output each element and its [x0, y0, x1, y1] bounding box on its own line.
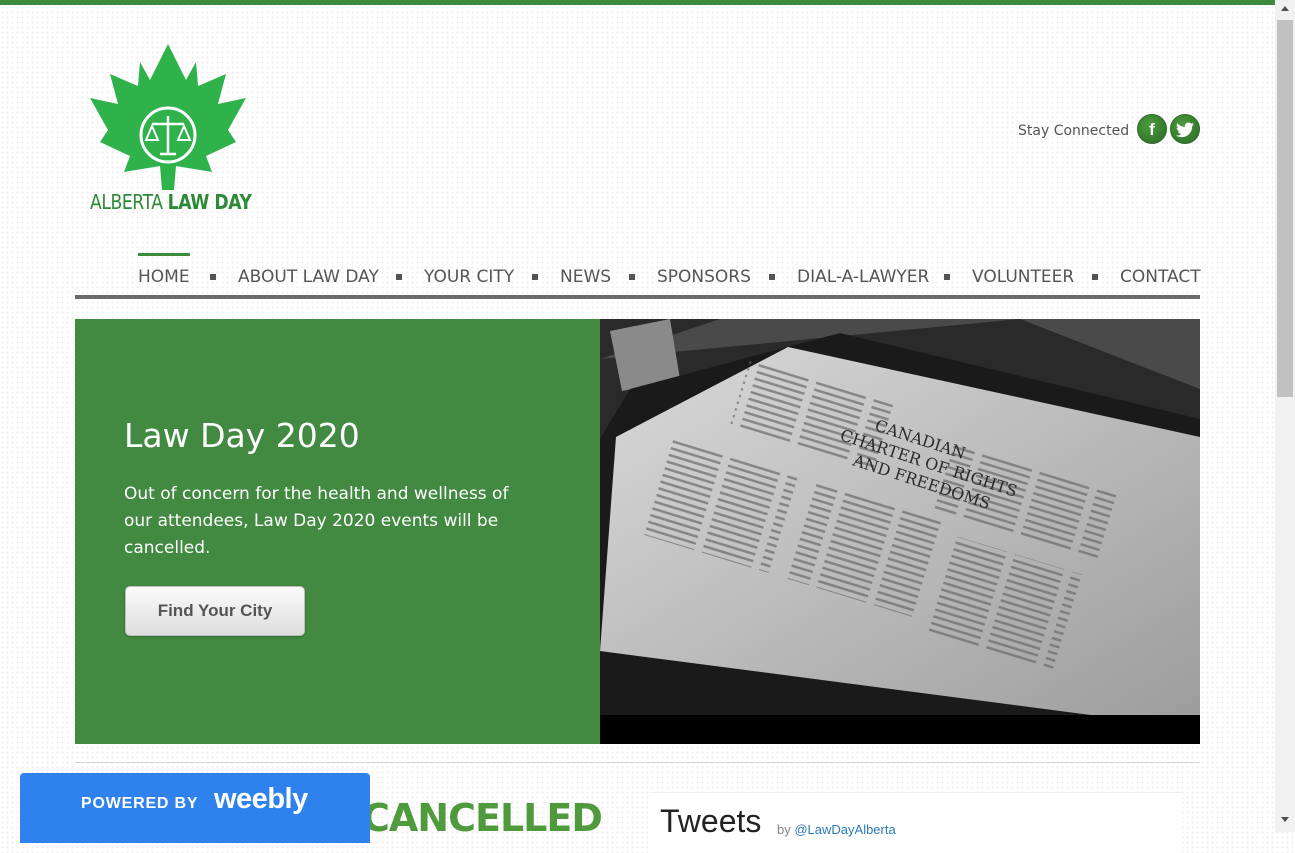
stay-connected-label: Stay Connected [1018, 123, 1130, 139]
weebly-logo: weebly [214, 783, 308, 815]
nav-contact[interactable]: CONTACT [1120, 267, 1201, 287]
logo-wordmark: ALBERTA LAW DAY [90, 190, 252, 214]
hero-text: Out of concern for the health and wellne… [124, 484, 509, 558]
logo-text-bold: LAW DAY [167, 190, 252, 214]
hero-banner: Law Day 2020 Out of concern for the heal… [75, 319, 600, 744]
vertical-scrollbar[interactable] [1275, 0, 1295, 832]
scrollbar-thumb[interactable] [1277, 20, 1293, 397]
find-your-city-button[interactable]: Find Your City [125, 586, 305, 636]
nav-home[interactable]: HOME [138, 253, 190, 287]
nav-separator [769, 274, 775, 280]
nav-separator [944, 274, 950, 280]
nav-separator [396, 274, 402, 280]
nav-volunteer[interactable]: VOLUNTEER [972, 267, 1074, 287]
powered-by-label: POWERED BY [81, 795, 199, 812]
hero-image-charter: CANADIAN CHARTER OF RIGHTS AND FREEDOMS [600, 319, 1200, 744]
nav-separator [629, 274, 635, 280]
site-logo[interactable]: ALBERTA LAW DAY [86, 40, 252, 218]
twitter-widget: Tweets by @LawDayAlberta [650, 792, 1182, 853]
nav-sponsors[interactable]: SPONSORS [657, 267, 751, 287]
hero-title: Law Day 2020 [124, 416, 360, 455]
nav-dial-a-lawyer[interactable]: DIAL-A-LAWYER [797, 267, 929, 287]
twitter-icon[interactable] [1170, 114, 1200, 144]
main-nav: HOME ABOUT LAW DAY YOUR CITY NEWS SPONSO… [75, 253, 1201, 300]
facebook-icon[interactable]: f [1137, 114, 1167, 144]
nav-news[interactable]: NEWS [560, 267, 611, 287]
nav-separator [532, 274, 538, 280]
nav-separator [210, 274, 216, 280]
nav-underline [75, 295, 1200, 299]
powered-by-weebly-badge[interactable]: POWERED BY weebly [20, 773, 370, 843]
tweets-by-label: by [777, 822, 791, 837]
maple-leaf-scales-icon [90, 44, 246, 190]
tweets-byline: by @LawDayAlberta [777, 822, 896, 837]
logo-text-light: ALBERTA [90, 190, 168, 214]
content-divider [75, 762, 1200, 763]
scroll-down-arrow-icon[interactable] [1281, 817, 1289, 822]
scroll-up-arrow-icon[interactable] [1281, 6, 1289, 11]
cancelled-heading: CANCELLED [362, 796, 603, 840]
nav-separator [1092, 274, 1098, 280]
tweets-handle-link[interactable]: @LawDayAlberta [794, 822, 895, 837]
top-accent-bar [0, 0, 1275, 5]
tweets-title: Tweets [660, 803, 762, 839]
nav-about-law-day[interactable]: ABOUT LAW DAY [238, 267, 379, 287]
nav-your-city[interactable]: YOUR CITY [424, 267, 514, 287]
